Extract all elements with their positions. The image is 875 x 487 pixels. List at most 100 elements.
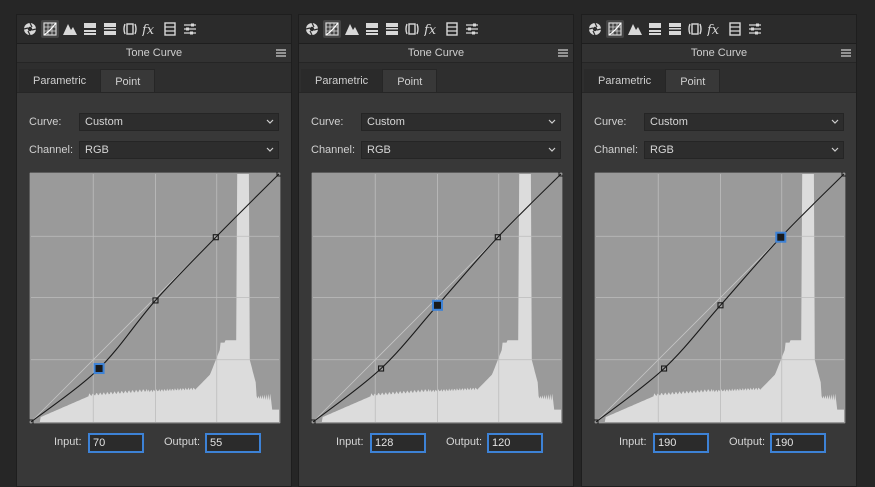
tone-curve-panel: fx Tone Curve Parametric Point Curve: Cu…: [298, 14, 574, 487]
channel-value: RGB: [85, 144, 109, 156]
camera-calibration-icon[interactable]: [443, 20, 461, 38]
input-output-row: Input: 190 Output: 190: [594, 433, 844, 453]
detail-mountains-icon[interactable]: [626, 20, 644, 38]
tone-curve-grid-icon[interactable]: [606, 20, 624, 38]
panel-title-bar: Tone Curve: [582, 44, 856, 63]
curve-preset-select[interactable]: Custom: [361, 113, 561, 131]
panel-toolbar: fx: [17, 15, 291, 44]
tone-curve-grid-icon[interactable]: [41, 20, 59, 38]
output-field[interactable]: 190: [770, 433, 826, 453]
split-toning-icon[interactable]: [383, 20, 401, 38]
input-label: Input:: [54, 436, 82, 448]
lens-corrections-icon[interactable]: [121, 20, 139, 38]
selected-control-point[interactable]: [93, 363, 105, 375]
chevron-down-icon: [831, 147, 839, 152]
tab-parametric[interactable]: Parametric: [301, 69, 383, 92]
tab-bar: Parametric Point: [582, 63, 856, 93]
input-output-row: Input: 128 Output: 120: [311, 433, 561, 453]
chevron-down-icon: [831, 119, 839, 124]
hsl-icon[interactable]: [81, 20, 99, 38]
curve-preset-select[interactable]: Custom: [644, 113, 844, 131]
basic-aperture-icon[interactable]: [21, 20, 39, 38]
tone-curve-panel: fx Tone Curve Parametric Point Curve: Cu…: [16, 14, 292, 487]
panel-menu-icon[interactable]: [275, 44, 287, 62]
curve-preset-value: Custom: [85, 116, 123, 128]
input-field[interactable]: 190: [653, 433, 709, 453]
svg-text:fx: fx: [707, 23, 720, 36]
selected-control-point[interactable]: [431, 299, 443, 311]
lens-corrections-icon[interactable]: [403, 20, 421, 38]
tab-point[interactable]: Point: [382, 69, 438, 92]
tab-bar: Parametric Point: [299, 63, 573, 93]
chevron-down-icon: [266, 119, 274, 124]
svg-text:fx: fx: [424, 23, 437, 36]
input-label: Input:: [619, 436, 647, 448]
output-field[interactable]: 55: [205, 433, 261, 453]
hsl-icon[interactable]: [646, 20, 664, 38]
panel-toolbar: fx: [299, 15, 573, 44]
output-label: Output:: [729, 436, 766, 448]
input-field[interactable]: 128: [370, 433, 426, 453]
curve-row: Curve: Custom: [29, 113, 279, 131]
chevron-down-icon: [548, 119, 556, 124]
channel-select[interactable]: RGB: [361, 141, 561, 159]
camera-calibration-icon[interactable]: [161, 20, 179, 38]
channel-value: RGB: [367, 144, 391, 156]
curve-preset-select[interactable]: Custom: [79, 113, 279, 131]
panel-title: Tone Curve: [125, 47, 183, 59]
curve-label: Curve:: [29, 116, 62, 128]
detail-mountains-icon[interactable]: [343, 20, 361, 38]
curve-row: Curve: Custom: [311, 113, 561, 131]
channel-label: Channel:: [29, 144, 74, 156]
chevron-down-icon: [548, 147, 556, 152]
panel-menu-icon[interactable]: [840, 44, 852, 62]
curve-row: Curve: Custom: [594, 113, 844, 131]
presets-sliders-icon[interactable]: [463, 20, 481, 38]
channel-row: Channel: RGB: [311, 141, 561, 159]
selected-control-point[interactable]: [775, 231, 787, 243]
basic-aperture-icon[interactable]: [303, 20, 321, 38]
camera-calibration-icon[interactable]: [726, 20, 744, 38]
output-label: Output:: [164, 436, 201, 448]
input-output-row: Input: 70 Output: 55: [29, 433, 279, 453]
detail-mountains-icon[interactable]: [61, 20, 79, 38]
panel-title-bar: Tone Curve: [17, 44, 291, 63]
svg-text:fx: fx: [142, 23, 155, 36]
tab-parametric[interactable]: Parametric: [584, 69, 666, 92]
tone-curve-graph[interactable]: [29, 172, 281, 424]
effects-fx-icon[interactable]: fx: [141, 20, 159, 38]
curve-label: Curve:: [311, 116, 344, 128]
basic-aperture-icon[interactable]: [586, 20, 604, 38]
channel-label: Channel:: [311, 144, 356, 156]
effects-fx-icon[interactable]: fx: [706, 20, 724, 38]
split-toning-icon[interactable]: [666, 20, 684, 38]
presets-sliders-icon[interactable]: [181, 20, 199, 38]
output-field[interactable]: 120: [487, 433, 543, 453]
output-label: Output:: [446, 436, 483, 448]
channel-value: RGB: [650, 144, 674, 156]
tone-curve-panel: fx Tone Curve Parametric Point Curve: Cu…: [581, 14, 857, 487]
tone-curve-grid-icon[interactable]: [323, 20, 341, 38]
tab-parametric[interactable]: Parametric: [19, 69, 101, 92]
channel-label: Channel:: [594, 144, 639, 156]
panel-title: Tone Curve: [690, 47, 748, 59]
curve-preset-value: Custom: [367, 116, 405, 128]
tab-point[interactable]: Point: [665, 69, 721, 92]
channel-row: Channel: RGB: [29, 141, 279, 159]
presets-sliders-icon[interactable]: [746, 20, 764, 38]
chevron-down-icon: [266, 147, 274, 152]
curve-label: Curve:: [594, 116, 627, 128]
input-label: Input:: [336, 436, 364, 448]
tone-curve-graph[interactable]: [594, 172, 846, 424]
effects-fx-icon[interactable]: fx: [423, 20, 441, 38]
channel-select[interactable]: RGB: [644, 141, 844, 159]
lens-corrections-icon[interactable]: [686, 20, 704, 38]
tab-point[interactable]: Point: [100, 69, 156, 92]
input-field[interactable]: 70: [88, 433, 144, 453]
split-toning-icon[interactable]: [101, 20, 119, 38]
curve-preset-value: Custom: [650, 116, 688, 128]
tone-curve-graph[interactable]: [311, 172, 563, 424]
channel-select[interactable]: RGB: [79, 141, 279, 159]
hsl-icon[interactable]: [363, 20, 381, 38]
panel-menu-icon[interactable]: [557, 44, 569, 62]
